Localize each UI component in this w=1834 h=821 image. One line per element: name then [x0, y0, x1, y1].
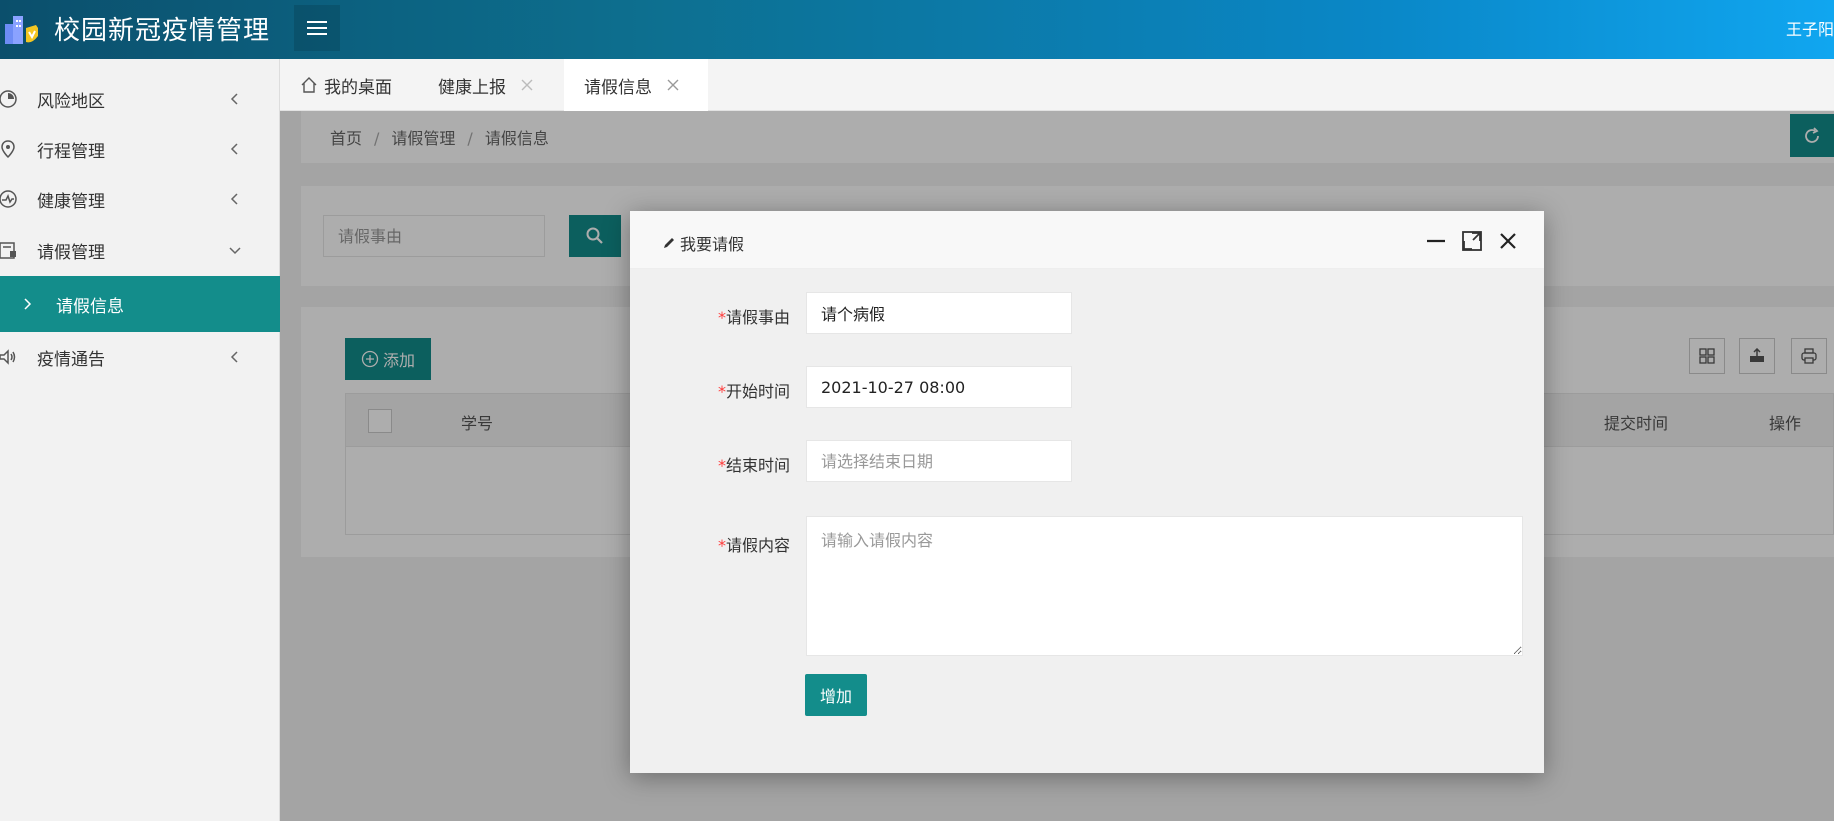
close-icon[interactable] — [666, 78, 680, 92]
location-pin-icon — [1, 140, 15, 159]
building-shield-icon — [5, 16, 38, 44]
tab-label: 我的桌面 — [324, 77, 392, 98]
heartbeat-icon — [0, 190, 17, 208]
chevron-left-icon — [230, 193, 238, 205]
tab-my-desktop[interactable]: 我的桌面 — [300, 59, 406, 111]
tabs-bar: 我的桌面 健康上报 请假信息 — [280, 59, 1834, 111]
close-icon[interactable] — [520, 78, 534, 92]
dialog-title: 我要请假 — [662, 231, 744, 255]
pencil-icon — [664, 238, 674, 248]
sidebar-item-risk-area[interactable]: 风险地区 — [0, 74, 280, 124]
sidebar-item-label: 风险地区 — [37, 91, 105, 112]
start-time-input[interactable] — [806, 366, 1072, 408]
required-mark: * — [717, 536, 726, 555]
sidebar-item-leave-info[interactable]: 请假信息 — [0, 276, 280, 332]
dialog-body: *请假事由 *开始时间 *结束时间 *请假内容 增加 — [630, 269, 1544, 773]
required-mark: * — [717, 382, 726, 401]
hamburger-icon — [307, 21, 327, 35]
sidebar-item-trip[interactable]: 行程管理 — [0, 124, 280, 174]
top-bar: 校园新冠疫情管理 王子阳 — [0, 0, 1834, 59]
home-icon — [301, 77, 317, 93]
menu-toggle-button[interactable] — [294, 5, 340, 51]
dialog-header: 我要请假 — [630, 211, 1544, 269]
sidebar-item-label: 请假信息 — [56, 296, 124, 317]
sidebar-item-epidemic-notice[interactable]: 疫情通告 — [0, 332, 280, 382]
tab-leave-info[interactable]: 请假信息 — [564, 59, 708, 111]
minimize-icon[interactable] — [1424, 229, 1448, 253]
dialog-title-text: 我要请假 — [680, 235, 745, 254]
sidebar-item-label: 健康管理 — [37, 191, 105, 212]
start-time-label-text: 开始时间 — [725, 382, 790, 401]
sidebar-item-health[interactable]: 健康管理 — [0, 174, 280, 224]
reason-label: *请假事由 — [630, 304, 790, 328]
sidebar: 风险地区 行程管理 健康管理 请假管理 请假信息 疫情通告 — [0, 59, 280, 821]
content-label-text: 请假内容 — [725, 536, 790, 555]
required-mark: * — [717, 456, 726, 475]
app-title: 校园新冠疫情管理 — [54, 16, 271, 46]
form-icon — [0, 242, 16, 259]
chevron-left-icon — [230, 351, 238, 363]
tab-label: 请假信息 — [584, 77, 652, 98]
chevron-left-icon — [230, 143, 238, 155]
start-time-label: *开始时间 — [630, 378, 790, 402]
sidebar-item-label: 行程管理 — [37, 141, 105, 162]
close-icon[interactable] — [1496, 229, 1520, 253]
sidebar-item-label: 请假管理 — [37, 242, 105, 263]
chevron-down-icon — [229, 247, 241, 255]
sidebar-item-leave-management[interactable]: 请假管理 — [0, 225, 280, 275]
chevron-left-icon — [230, 93, 238, 105]
chevron-right-icon — [24, 298, 32, 310]
tab-label: 健康上报 — [438, 77, 506, 98]
speaker-icon — [0, 349, 16, 365]
tab-health-report[interactable]: 健康上报 — [438, 59, 548, 111]
leave-request-dialog: 我要请假 *请假事由 *开始时间 *结束时间 *请假内容 增加 — [630, 211, 1544, 773]
end-time-label: *结束时间 — [630, 452, 790, 476]
end-time-label-text: 结束时间 — [725, 456, 790, 475]
end-time-input[interactable] — [806, 440, 1072, 482]
required-mark: * — [717, 308, 726, 327]
reason-label-text: 请假事由 — [725, 308, 790, 327]
content-textarea[interactable] — [806, 516, 1523, 656]
reason-input[interactable] — [806, 292, 1072, 334]
content-label: *请假内容 — [630, 532, 790, 556]
submit-button[interactable]: 增加 — [805, 674, 867, 716]
sidebar-item-label: 疫情通告 — [37, 349, 105, 370]
maximize-icon[interactable] — [1460, 229, 1484, 253]
user-name[interactable]: 王子阳 — [1786, 16, 1834, 40]
map-risk-icon — [0, 90, 17, 108]
